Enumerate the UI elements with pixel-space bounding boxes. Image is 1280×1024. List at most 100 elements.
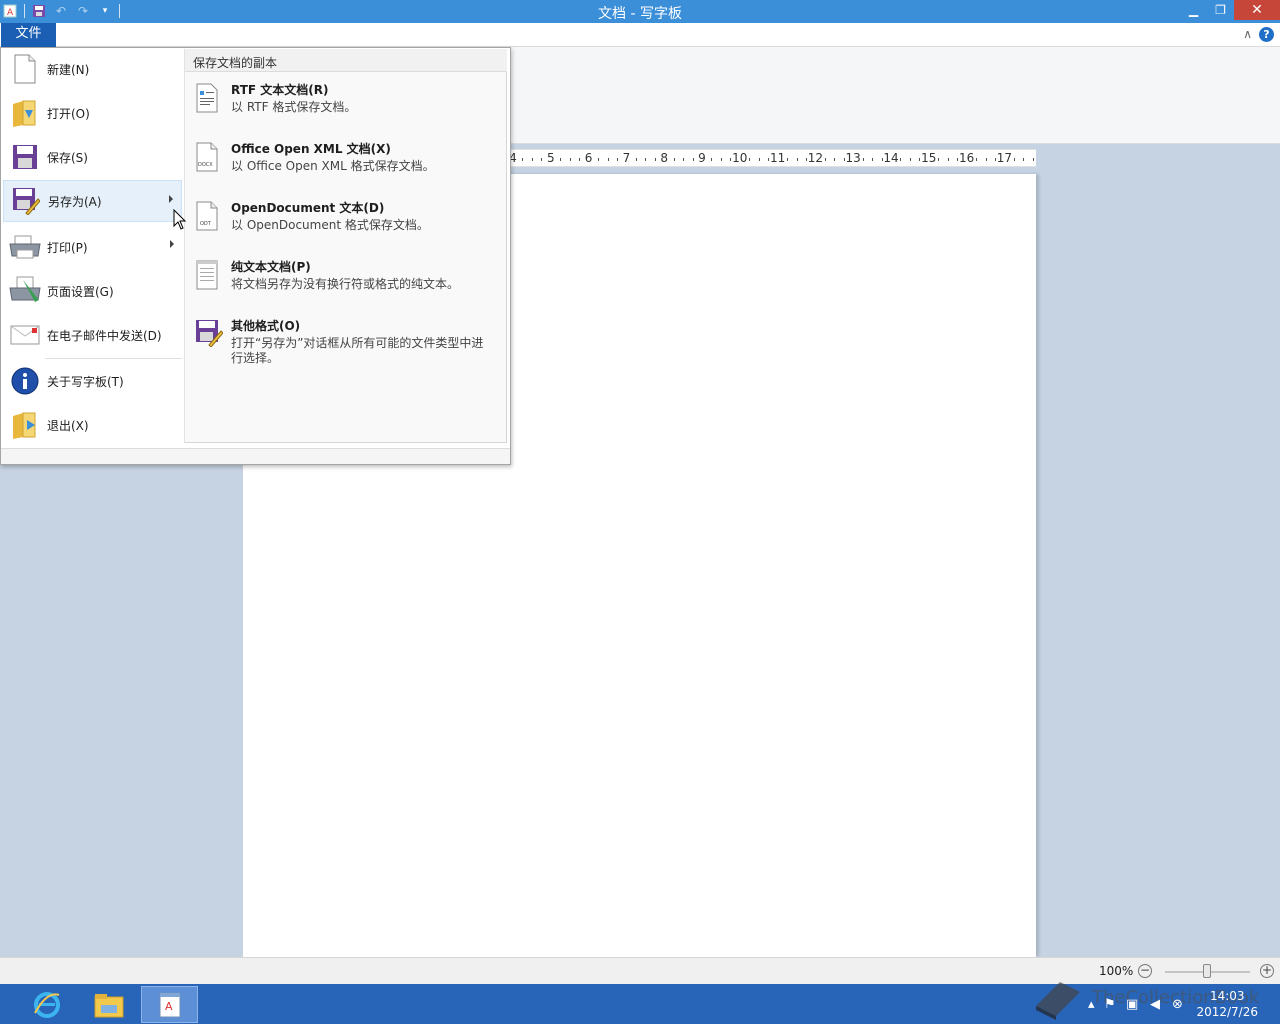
- window-title: 文档 - 写字板: [598, 6, 682, 22]
- minimize-button[interactable]: ▁: [1180, 0, 1207, 20]
- action-center-icon[interactable]: ⚑: [1104, 997, 1116, 1012]
- title-bar: A ↶ ↷ ▾ 文档 - 写字板 ▁ ❐ ✕: [0, 0, 1280, 23]
- ruler-tick: [711, 158, 713, 161]
- ruler-number: 12: [807, 151, 824, 165]
- menu-item-print[interactable]: 打印(P): [3, 226, 182, 268]
- submenu-item-odt[interactable]: ODT OpenDocument 文本(D) 以 OpenDocument 格式…: [193, 199, 499, 255]
- menu-item-label: 新建(N): [47, 62, 90, 77]
- help-icon[interactable]: ?: [1259, 27, 1274, 42]
- ribbon-tab-strip: 文件 ∧ ?: [0, 23, 1280, 47]
- ruler-tick: [796, 158, 798, 161]
- taskbar: A TheCollectionBook ▴ ⚑ ▣ ◀ ⊗ 14:03 2012…: [0, 982, 1280, 1024]
- file-explorer-icon[interactable]: [80, 986, 137, 1023]
- save-as-submenu: 保存文档的副本 RTF 文本文档(R) 以 RTF 格式保存文档。 DOCX O…: [184, 49, 507, 443]
- docx-icon-text: DOCX: [198, 162, 213, 168]
- ruler-tick: [862, 158, 864, 161]
- close-button[interactable]: ✕: [1234, 0, 1280, 20]
- network-icon[interactable]: ▣: [1126, 997, 1138, 1012]
- ruler-tick: [569, 158, 571, 161]
- ruler-tick: [673, 158, 675, 161]
- zoom-slider-thumb[interactable]: [1203, 964, 1211, 978]
- file-menu-footer: [1, 448, 510, 464]
- menu-item-exit[interactable]: 退出(X): [3, 404, 182, 446]
- file-tab[interactable]: 文件: [1, 23, 56, 47]
- ruler-number: 14: [883, 151, 899, 165]
- ruler-tick: [938, 158, 940, 161]
- restore-button[interactable]: ❐: [1207, 0, 1234, 20]
- file-menu: 新建(N) 打开(O) 保存(S) 另存为(A) 打印(P) 页面设置(G) 在…: [0, 47, 511, 465]
- submenu-item-description: 将文档另存为没有换行符或格式的纯文本。: [231, 277, 460, 291]
- submenu-arrow-icon[interactable]: [170, 240, 174, 248]
- ruler-tick: [654, 158, 656, 161]
- ruler-tick: [1013, 158, 1015, 161]
- zoom-out-button[interactable]: −: [1138, 964, 1152, 978]
- submenu-arrow-icon[interactable]: [169, 195, 173, 203]
- menu-item-label: 关于写字板(T): [47, 374, 124, 389]
- submenu-item-description: 以 OpenDocument 格式保存文档。: [231, 218, 429, 232]
- ruler-tick: [787, 158, 789, 161]
- ruler-tick: [947, 158, 949, 161]
- submenu-item-description: 以 Office Open XML 格式保存文档。: [231, 159, 435, 173]
- ruler-tick: [758, 158, 760, 161]
- mouse-cursor-icon: [173, 209, 187, 230]
- docx-document-icon: DOCX: [195, 142, 223, 174]
- menu-item-label: 打开(O): [47, 106, 90, 121]
- menu-item-new[interactable]: 新建(N): [3, 48, 182, 90]
- ruler-number: 9: [698, 151, 706, 165]
- ruler-tick: [635, 158, 637, 161]
- save-icon: [9, 141, 41, 173]
- submenu-item-title: OpenDocument 文本(D): [231, 201, 385, 215]
- indent-marker[interactable]: [911, 159, 919, 166]
- submenu-item-other-formats[interactable]: 其他格式(O) 打开“另存为”对话框从所有可能的文件类型中进行选择。: [193, 317, 499, 373]
- submenu-item-title: RTF 文本文档(R): [231, 83, 329, 97]
- menu-item-label: 保存(S): [47, 150, 88, 165]
- new-document-icon: [9, 53, 41, 85]
- ruler-number: 17: [996, 151, 1013, 165]
- submenu-item-title: 其他格式(O): [231, 319, 301, 333]
- system-tray: TheCollectionBook ▴ ⚑ ▣ ◀ ⊗ 14:03 2012/7…: [1020, 982, 1280, 1024]
- ruler-number: 8: [660, 151, 669, 165]
- menu-item-save-as[interactable]: 另存为(A): [3, 180, 182, 222]
- zoom-level: 100%: [1099, 964, 1134, 978]
- submenu-item-docx[interactable]: DOCX Office Open XML 文档(X) 以 Office Open…: [193, 140, 499, 196]
- ruler-tick: [1032, 158, 1034, 161]
- email-icon: [9, 319, 41, 351]
- ruler-tick: [522, 158, 524, 161]
- submenu-item-title: Office Open XML 文档(X): [231, 142, 391, 156]
- wordpad-taskbar-icon[interactable]: A: [141, 986, 198, 1023]
- ribbon-collapse-icon[interactable]: ∧: [1243, 27, 1252, 41]
- menu-item-open[interactable]: 打开(O): [3, 92, 182, 134]
- submenu-header: 保存文档的副本: [185, 49, 507, 72]
- clock[interactable]: 14:03 2012/7/26: [1196, 988, 1258, 1020]
- submenu-item-title: 纯文本文档(P): [231, 260, 311, 274]
- menu-item-send-email[interactable]: 在电子邮件中发送(D): [3, 314, 182, 356]
- print-icon: [9, 231, 41, 263]
- ruler-tick: [692, 158, 694, 161]
- page-setup-icon: [9, 275, 41, 307]
- clock-date: 2012/7/26: [1196, 1005, 1258, 1019]
- menu-item-save[interactable]: 保存(S): [3, 136, 182, 178]
- internet-explorer-icon[interactable]: [18, 986, 75, 1023]
- ruler-tick: [683, 158, 685, 161]
- ruler-number: 16: [958, 151, 975, 165]
- save-as-icon: [10, 185, 42, 217]
- submenu-item-plain-text[interactable]: 纯文本文档(P) 将文档另存为没有换行符或格式的纯文本。: [193, 258, 499, 314]
- show-hidden-icons[interactable]: ▴: [1088, 997, 1095, 1012]
- book-watermark-icon: [1036, 982, 1080, 1020]
- open-folder-icon: [9, 97, 41, 129]
- file-menu-commands: 新建(N) 打开(O) 保存(S) 另存为(A) 打印(P) 页面设置(G) 在…: [1, 48, 183, 448]
- menu-item-about[interactable]: 关于写字板(T): [3, 360, 182, 402]
- ruler-tick: [749, 158, 751, 161]
- menu-item-page-setup[interactable]: 页面设置(G): [3, 270, 182, 312]
- ruler-tick: [645, 158, 647, 161]
- odt-icon-text: ODT: [200, 221, 212, 227]
- ruler-tick: [1023, 158, 1025, 161]
- plain-text-icon: [195, 260, 223, 292]
- submenu-item-rtf[interactable]: RTF 文本文档(R) 以 RTF 格式保存文档。: [193, 81, 499, 137]
- ruler-tick: [720, 158, 722, 161]
- zoom-in-button[interactable]: +: [1260, 964, 1274, 978]
- input-indicator-icon[interactable]: ⊗: [1172, 997, 1183, 1012]
- ruler-tick: [598, 158, 600, 161]
- ruler-number: 5: [546, 151, 555, 165]
- volume-icon[interactable]: ◀: [1150, 997, 1160, 1012]
